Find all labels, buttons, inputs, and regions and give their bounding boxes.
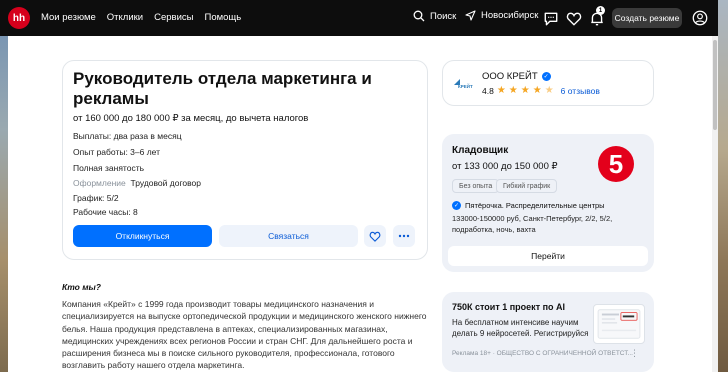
recommended-company-name: Пятёрочка. Распределительные центры xyxy=(465,201,605,210)
search-button[interactable]: Поиск xyxy=(413,10,456,22)
company-logo[interactable]: КРЕЙТ xyxy=(452,72,476,92)
company-name-row[interactable]: ООО КРЕЙТ ✓ xyxy=(482,71,551,82)
recommended-description: 133000-150000 руб, Санкт-Петербург, 2/2,… xyxy=(452,214,613,234)
background-left xyxy=(0,0,8,372)
scrollbar[interactable] xyxy=(712,36,718,372)
hours-info: Рабочие часы: 8 xyxy=(73,207,138,217)
city-selector[interactable]: Новосибирск xyxy=(465,10,538,21)
nav-my-resumes[interactable]: Мои резюме xyxy=(41,12,96,23)
verified-check-icon: ✓ xyxy=(541,72,551,81)
background-right xyxy=(718,0,728,372)
notification-count-badge: 1 xyxy=(596,6,605,15)
top-header: hh Мои резюме Отклики Сервисы Помощь Пои… xyxy=(0,0,718,36)
description-heading: Кто мы? xyxy=(62,282,101,292)
schedule-info: График: 5/2 xyxy=(73,193,119,203)
go-button[interactable]: Перейти xyxy=(448,246,648,266)
search-label: Поиск xyxy=(430,10,457,22)
registration-value: Трудовой договор xyxy=(130,178,201,188)
ad-image xyxy=(593,304,645,344)
ad-more-icon[interactable]: ⋮ xyxy=(630,348,639,359)
main-nav: Мои резюме Отклики Сервисы Помощь xyxy=(41,12,241,23)
more-options-button[interactable] xyxy=(393,225,415,247)
registration-label: Оформление xyxy=(73,178,126,188)
profile-avatar-icon[interactable] xyxy=(692,10,708,26)
star-icon: ★ xyxy=(532,85,542,96)
contact-button[interactable]: Связаться xyxy=(219,225,358,247)
chip-flexible-schedule: Гибкий график xyxy=(496,179,558,193)
pyaterochka-logo: 5 xyxy=(598,146,634,182)
nav-services[interactable]: Сервисы xyxy=(154,12,193,23)
company-name[interactable]: ООО КРЕЙТ xyxy=(482,71,538,82)
half-star-icon: ★ xyxy=(544,85,554,96)
company-rating: 4.8 ★ ★ ★ ★ ★ 6 отзывов xyxy=(482,85,600,97)
location-arrow-icon xyxy=(465,10,476,21)
star-icon: ★ xyxy=(520,85,530,96)
scroll-thumb[interactable] xyxy=(713,40,717,130)
search-icon xyxy=(413,10,425,22)
heart-icon xyxy=(369,231,381,242)
payouts-info: Выплаты: два раза в месяц xyxy=(73,131,182,141)
verified-check-icon: ✓ xyxy=(452,201,461,210)
vacancy-title: Руководитель отдела маркетинга и рекламы xyxy=(73,69,372,108)
recommended-company: ✓ Пятёрочка. Распределительные центры xyxy=(452,201,605,210)
nav-responses[interactable]: Отклики xyxy=(107,12,143,23)
ad-title[interactable]: 750К стоит 1 проект по AI xyxy=(452,302,565,312)
ad-text: На бесплатном интенсиве научим делать 9 … xyxy=(452,318,589,338)
vacancy-salary: от 160 000 до 180 000 ₽ за месяц, до выч… xyxy=(73,113,309,124)
chip-no-experience: Без опыта xyxy=(452,179,500,193)
create-resume-button[interactable]: Создать резюме xyxy=(612,8,682,28)
description-text: Компания «Крейт» с 1999 года производит … xyxy=(62,299,427,371)
recommended-title[interactable]: Кладовщик xyxy=(452,145,508,156)
more-dots-icon xyxy=(398,234,410,238)
ad-footer: Реклама 18+ · ОБЩЕСТВО С ОГРАНИЧЕННОЙ ОТ… xyxy=(452,350,633,357)
employment-info: Полная занятость xyxy=(73,163,145,173)
experience-info: Опыт работы: 3–6 лет xyxy=(73,147,161,157)
star-icon: ★ xyxy=(496,85,506,96)
apply-button[interactable]: Откликнуться xyxy=(73,225,212,247)
favorites-heart-icon[interactable] xyxy=(566,11,582,27)
nav-help[interactable]: Помощь xyxy=(204,12,241,23)
hh-logo[interactable]: hh xyxy=(8,7,30,29)
rating-value: 4.8 xyxy=(482,86,494,96)
recommended-salary: от 133 000 до 150 000 ₽ xyxy=(452,161,558,172)
company-logo-text: КРЕЙТ xyxy=(458,82,473,89)
chat-icon[interactable] xyxy=(543,11,559,27)
city-label: Новосибирск xyxy=(481,10,539,21)
registration-info: Оформление Трудовой договор xyxy=(73,178,201,188)
reviews-link[interactable]: 6 отзывов xyxy=(561,86,600,96)
star-icon: ★ xyxy=(508,85,518,96)
favorite-button[interactable] xyxy=(364,225,386,247)
